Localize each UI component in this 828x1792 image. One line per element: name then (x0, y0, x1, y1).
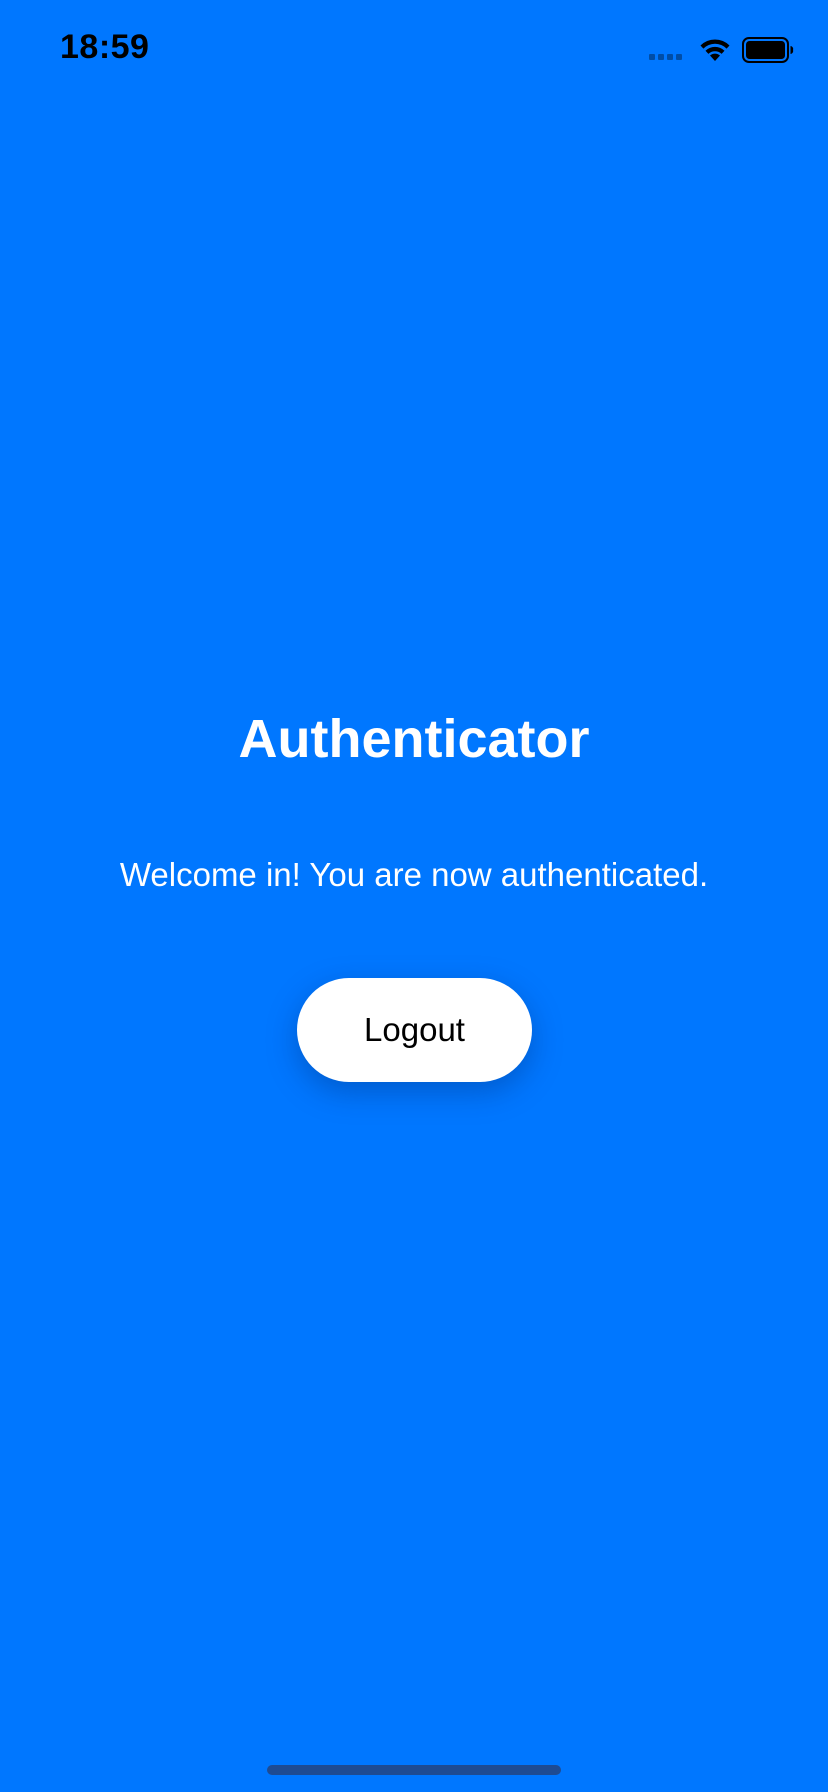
status-time: 18:59 (60, 28, 150, 66)
status-icons (649, 36, 794, 64)
signal-icon (649, 40, 682, 60)
logout-button[interactable]: Logout (297, 978, 532, 1082)
app-screen: 18:59 Authenticator Welcome in! You are … (0, 0, 828, 1792)
wifi-icon (698, 37, 732, 63)
page-title: Authenticator (238, 709, 590, 769)
status-bar: 18:59 (0, 0, 828, 100)
welcome-message: Welcome in! You are now authenticated. (119, 856, 709, 893)
battery-icon (742, 37, 794, 63)
home-indicator[interactable] (267, 1765, 561, 1775)
